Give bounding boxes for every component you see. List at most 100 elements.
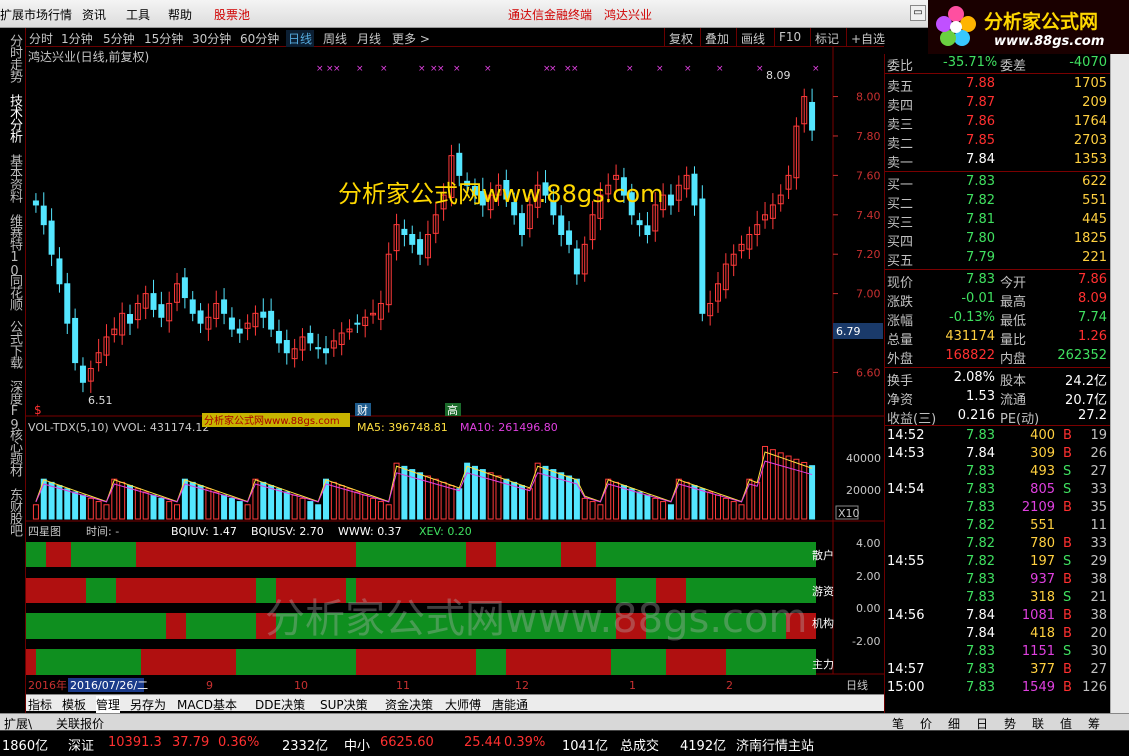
candle-body bbox=[268, 310, 275, 330]
fuquan-button[interactable]: 复权 bbox=[664, 28, 697, 47]
chart-area[interactable]: 8.007.807.607.407.207.006.806.60 ×××××××… bbox=[26, 47, 884, 694]
candle-body bbox=[542, 182, 549, 196]
bid-row-cell: 买五 bbox=[887, 254, 914, 269]
tab-fenshi[interactable]: 分时走势 bbox=[5, 34, 23, 82]
volume-bar bbox=[730, 501, 737, 520]
tab-period-monthly[interactable]: 月线 bbox=[357, 30, 381, 47]
www-value: WWW: 0.37 bbox=[338, 525, 402, 538]
menu-tools[interactable]: 工具 bbox=[126, 6, 150, 23]
mark-button[interactable]: 标记 bbox=[810, 28, 843, 47]
volume-bar bbox=[236, 501, 243, 520]
indicator-tab-1[interactable]: 模板 bbox=[62, 696, 86, 713]
indicator-tab-6[interactable]: SUP决策 bbox=[320, 696, 368, 713]
candle-body bbox=[307, 332, 314, 344]
tab-period-60min[interactable]: 60分钟 bbox=[240, 30, 279, 47]
band-segment bbox=[356, 649, 476, 675]
tab-basic-info[interactable]: 基本资料 bbox=[5, 154, 23, 202]
stat2-row-cell: 股本 bbox=[1000, 374, 1027, 389]
volume-bar bbox=[260, 481, 267, 520]
ask-row-cell: 7.85 bbox=[966, 133, 995, 148]
stat2-row-cell: 0.216 bbox=[957, 408, 995, 423]
bid-row-cell: 221 bbox=[1082, 250, 1107, 265]
weibi-row-cell: 委差 bbox=[1000, 59, 1027, 74]
band-segment bbox=[36, 649, 141, 675]
kline-chart[interactable]: 8.007.807.607.407.207.006.806.60 ×××××××… bbox=[26, 47, 884, 694]
volume-bar bbox=[189, 481, 196, 520]
tab-period-5min[interactable]: 5分钟 bbox=[103, 30, 135, 47]
candle-body bbox=[401, 228, 408, 235]
tab-depth-f9[interactable]: 深度F9 bbox=[5, 380, 23, 432]
volume-bar bbox=[660, 501, 667, 520]
indicator-tab-8[interactable]: 大师傅 bbox=[445, 696, 481, 713]
tab-weisaite[interactable]: 维赛特10 bbox=[5, 214, 23, 278]
f10-button[interactable]: F10 bbox=[774, 28, 805, 47]
candle-body bbox=[691, 173, 698, 206]
overlay-button[interactable]: 叠加 bbox=[700, 28, 733, 47]
weibi-row: 委比 -35.71% 委差 -4070 bbox=[885, 54, 1110, 74]
drawline-button[interactable]: 画线 bbox=[736, 28, 769, 47]
tab-period-1min[interactable]: 1分钟 bbox=[61, 30, 93, 47]
tick-row-cell: 780 bbox=[1030, 536, 1055, 551]
tab-formula-download[interactable]: 公式下载 bbox=[5, 320, 23, 368]
signal-marker: × bbox=[316, 64, 324, 74]
indicator-tab-5[interactable]: DDE决策 bbox=[255, 696, 305, 713]
tab-period-more[interactable]: 更多 > bbox=[392, 30, 430, 47]
tab-period-30min[interactable]: 30分钟 bbox=[192, 30, 231, 47]
band-segment bbox=[506, 649, 611, 675]
tab-period-weekly[interactable]: 周线 bbox=[323, 30, 347, 47]
bid-row-cell: 551 bbox=[1082, 193, 1107, 208]
ask-row-cell: 1353 bbox=[1073, 152, 1107, 167]
indicator-tab-9[interactable]: 唐能通 bbox=[492, 696, 528, 713]
tab-period-daily[interactable]: 日线 bbox=[286, 30, 315, 47]
menu-stock-pool[interactable]: 股票池 bbox=[214, 6, 250, 23]
indicator-tab-4[interactable]: MACD基本 bbox=[177, 696, 237, 713]
bid-row-cell: 7.82 bbox=[966, 193, 995, 208]
tick-row-cell: 7.82 bbox=[966, 554, 995, 569]
stat-row-cell: 8.09 bbox=[1078, 291, 1107, 306]
tick-row-cell: B bbox=[1063, 446, 1072, 461]
ask-row-cell: 卖三 bbox=[887, 118, 914, 133]
tab-tonghuashun[interactable]: 同花顺 bbox=[5, 274, 23, 310]
month-12: 12 bbox=[515, 679, 529, 692]
volume-bar bbox=[589, 501, 596, 520]
quote-scrollbar[interactable] bbox=[1110, 54, 1129, 713]
volume-bar bbox=[519, 485, 525, 520]
volume-bar bbox=[315, 504, 322, 520]
add-favorite-button[interactable]: +自选 bbox=[846, 28, 889, 47]
minimize-icon[interactable]: ▭ bbox=[910, 5, 926, 21]
bid-row-cell: 622 bbox=[1082, 174, 1107, 189]
divider bbox=[885, 171, 1110, 172]
stat2-row-cell: 1.53 bbox=[966, 389, 995, 404]
vol-overlay-text: 分析家公式网www.88gs.com bbox=[204, 414, 340, 427]
menu-ext-market[interactable]: 扩展市场行情 bbox=[0, 6, 72, 23]
volume-bar bbox=[283, 491, 290, 520]
stat-row-cell: 7.86 bbox=[1078, 272, 1107, 287]
tab-core-theme[interactable]: 核心题材 bbox=[5, 428, 23, 476]
tick-row: 14:55 7.82 197 S 29 bbox=[885, 553, 1110, 572]
ma5-value: MA5: 396748.81 bbox=[357, 421, 448, 434]
candle-body bbox=[409, 234, 416, 245]
menu-help[interactable]: 帮助 bbox=[168, 6, 192, 23]
subpanel-label: 四星图 bbox=[28, 525, 61, 538]
band-segment bbox=[476, 649, 506, 675]
volume-bar bbox=[597, 504, 604, 520]
tick-row-cell: 7.83 bbox=[966, 644, 995, 659]
tick-row-cell: 14:53 bbox=[887, 446, 925, 461]
tab-eastmoney-forum[interactable]: 东财股吧 bbox=[5, 488, 23, 536]
tab-period-15min[interactable]: 15分钟 bbox=[144, 30, 183, 47]
volume-bar bbox=[785, 455, 792, 520]
indicator-tab-2[interactable]: 管理 bbox=[96, 696, 121, 713]
indicator-tab-0[interactable]: 指标 bbox=[28, 696, 52, 713]
sub-ytick-neg2: -2.00 bbox=[852, 635, 880, 648]
menu-news[interactable]: 资讯 bbox=[82, 6, 106, 23]
price-ytick-label: 6.60 bbox=[856, 366, 881, 379]
band-segment bbox=[26, 542, 46, 567]
indicator-tab-3[interactable]: 另存为 bbox=[130, 696, 166, 713]
indicator-tab-7[interactable]: 资金决策 bbox=[385, 696, 433, 713]
tab-period-fenshi[interactable]: 分时 bbox=[29, 30, 53, 47]
tab-tech-analysis[interactable]: 技术分析 bbox=[5, 94, 23, 142]
status-item: 深证 bbox=[68, 739, 95, 754]
volume-bar bbox=[707, 491, 714, 520]
tick-row-cell: B bbox=[1063, 680, 1072, 695]
band-segment bbox=[561, 542, 596, 567]
